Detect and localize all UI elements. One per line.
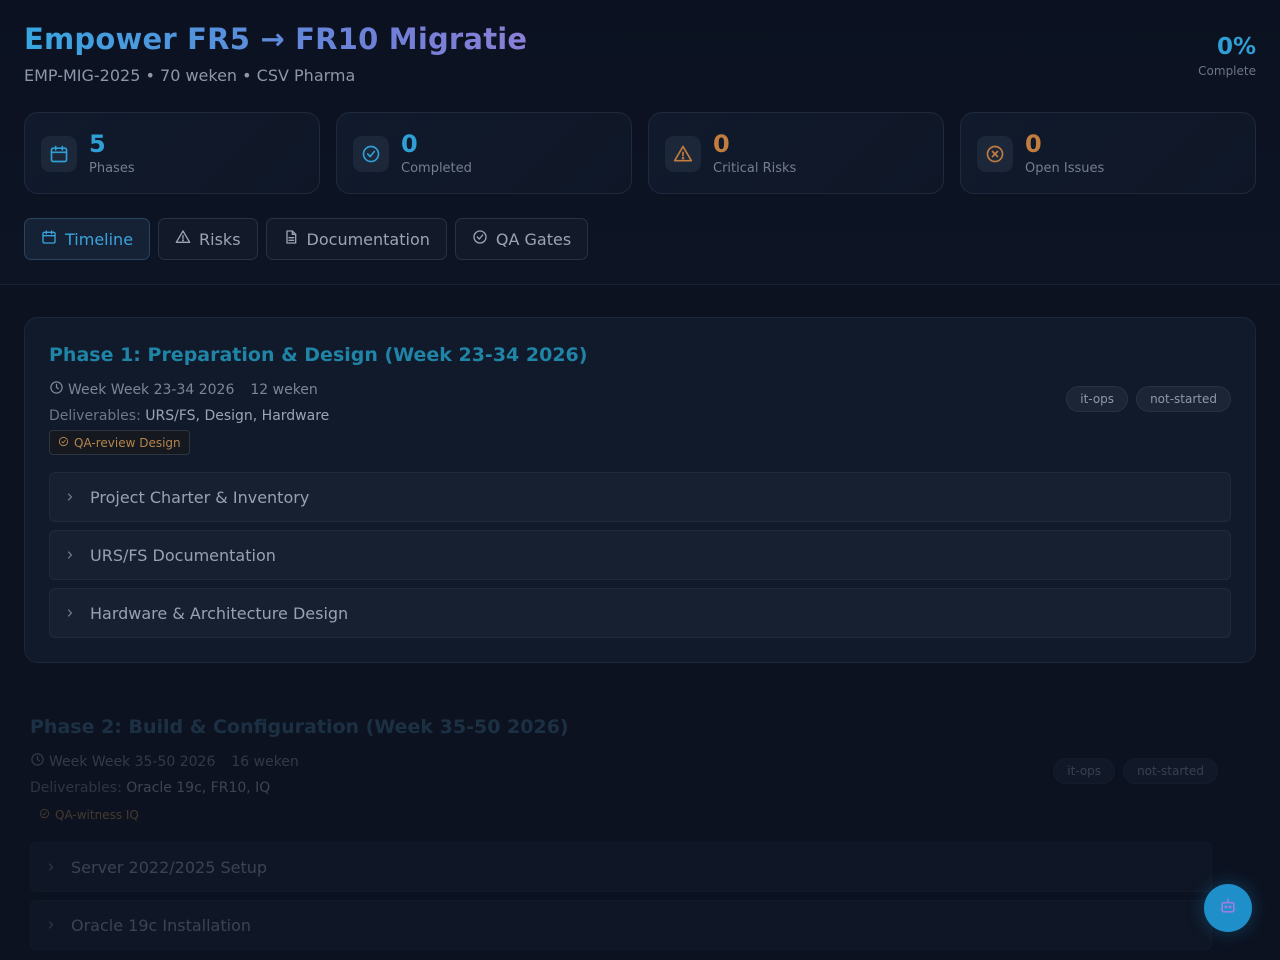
phase-week: Week Week 23-34 2026 (68, 381, 235, 398)
phase-duration: 16 weken (231, 753, 299, 770)
phase-meta: Week Week 23-34 2026 12 weken (49, 380, 318, 399)
task-item[interactable]: Oracle 19c Installation (30, 900, 1212, 950)
stat-card-open-issues: 0 Open Issues (960, 112, 1256, 194)
progress-summary: 0% Complete (1198, 34, 1256, 78)
stat-value: 5 (89, 130, 106, 158)
stat-card-critical-risks: 0 Critical Risks (648, 112, 944, 194)
deliverables-value: Oracle 19c, FR10, IQ (126, 780, 271, 796)
stats-row: 5 Phases 0 Completed 0 Critical Risks 0 … (24, 112, 1256, 194)
task-label: URS/FS Documentation (90, 545, 276, 565)
stat-card-phases: 5 Phases (24, 112, 320, 194)
task-label: Oracle 19c Installation (71, 915, 252, 935)
check-circle-icon (39, 808, 50, 822)
tab-label: Risks (199, 229, 241, 249)
team-badge: it-ops (1053, 758, 1116, 784)
deliverables-label: Deliverables: (49, 408, 141, 424)
deliverables-label: Deliverables: (30, 780, 122, 796)
stat-label: Critical Risks (713, 161, 797, 176)
chevron-right-icon (50, 491, 90, 503)
stat-value: 0 (713, 130, 730, 158)
page-title: Empower FR5 → FR10 Migratie (24, 22, 528, 56)
view-tabs: Timeline Risks Documentation QA Gates (24, 218, 589, 260)
task-label: Hardware & Architecture Design (90, 603, 349, 623)
robot-icon (1218, 896, 1238, 920)
tab-documentation[interactable]: Documentation (265, 218, 447, 260)
qa-gate-tag: QA-witness IQ (30, 802, 148, 827)
stat-label: Open Issues (1025, 161, 1105, 176)
check-circle-icon (472, 229, 488, 249)
page-subtitle: EMP-MIG-2025 • 70 weken • CSV Pharma (24, 66, 356, 85)
tab-label: Documentation (306, 229, 430, 249)
team-badge: it-ops (1066, 386, 1129, 412)
progress-label: Complete (1198, 64, 1256, 78)
phase-duration: 12 weken (250, 381, 318, 398)
check-circle-icon (353, 136, 389, 172)
phase-badges: it-ops not-started (1053, 758, 1218, 784)
phase-card-1: Phase 1: Preparation & Design (Week 23-3… (24, 317, 1256, 663)
phase-badges: it-ops not-started (1066, 386, 1231, 412)
task-label: Server 2022/2025 Setup (71, 857, 268, 877)
tab-qa-gates[interactable]: QA Gates (454, 218, 589, 260)
chevron-right-icon (50, 549, 90, 561)
clock-icon (49, 380, 64, 399)
page-header: Empower FR5 → FR10 Migratie EMP-MIG-2025… (0, 0, 1280, 285)
tab-label: QA Gates (495, 229, 572, 249)
task-label: Project Charter & Inventory (90, 487, 310, 507)
stat-value: 0 (401, 130, 418, 158)
stat-value: 0 (1025, 130, 1042, 158)
progress-value: 0% (1216, 34, 1256, 60)
deliverables-value: URS/FS, Design, Hardware (145, 408, 330, 424)
qa-gate-label: QA-review Design (74, 435, 181, 450)
calendar-icon (41, 136, 77, 172)
phase-title: Phase 1: Preparation & Design (Week 23-3… (49, 344, 588, 366)
status-badge: not-started (1123, 758, 1218, 784)
phase-card-2: Phase 2: Build & Configuration (Week 35-… (6, 690, 1242, 960)
chevron-right-icon (50, 607, 90, 619)
task-item[interactable]: Server 2022/2025 Setup (30, 842, 1212, 892)
phase-week: Week Week 35-50 2026 (49, 753, 216, 770)
task-item[interactable]: Hardware & Architecture Design (49, 588, 1231, 638)
phase-deliverables: Deliverables: Oracle 19c, FR10, IQ (30, 780, 270, 796)
chevron-right-icon (31, 919, 71, 931)
warning-icon (665, 136, 701, 172)
tab-risks[interactable]: Risks (158, 218, 258, 260)
calendar-icon (41, 229, 57, 249)
qa-gate-label: QA-witness IQ (55, 807, 139, 822)
stat-card-completed: 0 Completed (336, 112, 632, 194)
stat-label: Completed (401, 161, 472, 176)
chevron-right-icon (31, 861, 71, 873)
x-circle-icon (977, 136, 1013, 172)
warning-icon (175, 229, 191, 249)
phase-meta: Week Week 35-50 2026 16 weken (30, 752, 299, 771)
check-circle-icon (58, 436, 69, 450)
qa-gate-tag: QA-review Design (49, 430, 190, 455)
document-icon (283, 229, 299, 249)
phase-title: Phase 2: Build & Configuration (Week 35-… (30, 716, 569, 738)
task-item[interactable]: Project Charter & Inventory (49, 472, 1231, 522)
task-item[interactable]: URS/FS Documentation (49, 530, 1231, 580)
phase-deliverables: Deliverables: URS/FS, Design, Hardware (49, 408, 329, 424)
stat-label: Phases (89, 161, 135, 176)
status-badge: not-started (1136, 386, 1231, 412)
assistant-button[interactable] (1204, 884, 1252, 932)
clock-icon (30, 752, 45, 771)
tab-label: Timeline (65, 229, 134, 249)
tab-timeline[interactable]: Timeline (24, 218, 151, 260)
